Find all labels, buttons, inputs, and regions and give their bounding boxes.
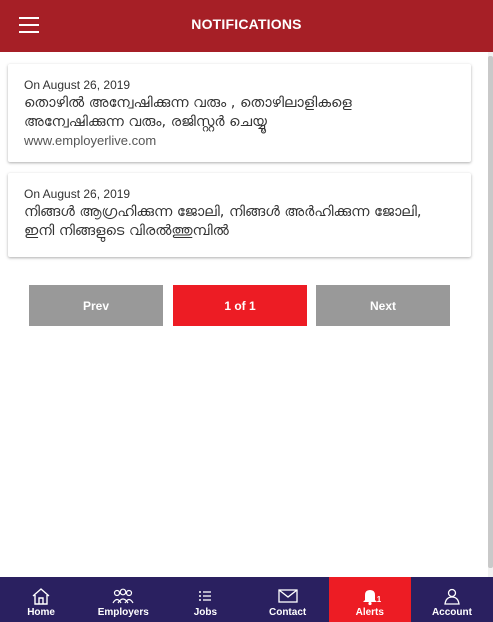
nav-jobs[interactable]: Jobs <box>164 577 246 622</box>
nav-contact[interactable]: Contact <box>247 577 329 622</box>
nav-account[interactable]: Account <box>411 577 493 622</box>
page-title: NOTIFICATIONS <box>191 16 302 32</box>
nav-alerts[interactable]: 1 Alerts <box>328 577 411 622</box>
home-icon <box>32 588 50 605</box>
notification-card[interactable]: On August 26, 2019 തൊഴിൽ അന്വേഷിക്കുന്ന … <box>8 64 471 162</box>
people-icon <box>112 588 134 604</box>
app-header: NOTIFICATIONS <box>0 0 493 52</box>
page-indicator: 1 of 1 <box>173 285 307 326</box>
notification-card[interactable]: On August 26, 2019 നിങ്ങൾ ആഗ്രഹിക്കുന്ന … <box>8 173 471 257</box>
nav-home[interactable]: Home <box>0 577 82 622</box>
nav-label: Home <box>27 607 55 618</box>
nav-label: Employers <box>97 607 149 618</box>
envelope-icon <box>277 589 298 603</box>
list-icon <box>199 591 212 601</box>
prev-button[interactable]: Prev <box>29 285 163 326</box>
notification-link[interactable]: www.employerlive.com <box>24 133 156 148</box>
user-icon <box>444 588 460 605</box>
scrollbar-thumb[interactable] <box>488 56 493 568</box>
notification-message: നിങ്ങൾ ആഗ്രഹിക്കുന്ന ജോലി, നിങ്ങൾ അർഹിക്… <box>24 204 422 239</box>
bottom-navigation: Home Employers Jobs Contact 1 Alerts Acc… <box>0 577 493 622</box>
notification-date: On August 26, 2019 <box>24 187 131 201</box>
nav-label: Account <box>431 607 472 618</box>
next-button[interactable]: Next <box>316 285 450 326</box>
nav-label: Contact <box>268 607 307 618</box>
nav-label: Jobs <box>193 607 218 618</box>
alerts-badge: 1 <box>376 595 382 604</box>
scrollbar[interactable] <box>488 52 493 577</box>
notification-message: തൊഴിൽ അന്വേഷിക്കുന്ന വരും , തൊഴിലാളികളെ … <box>24 95 352 130</box>
nav-label: Alerts <box>355 607 384 618</box>
nav-employers[interactable]: Employers <box>82 577 164 622</box>
notification-date: On August 26, 2019 <box>24 78 131 92</box>
